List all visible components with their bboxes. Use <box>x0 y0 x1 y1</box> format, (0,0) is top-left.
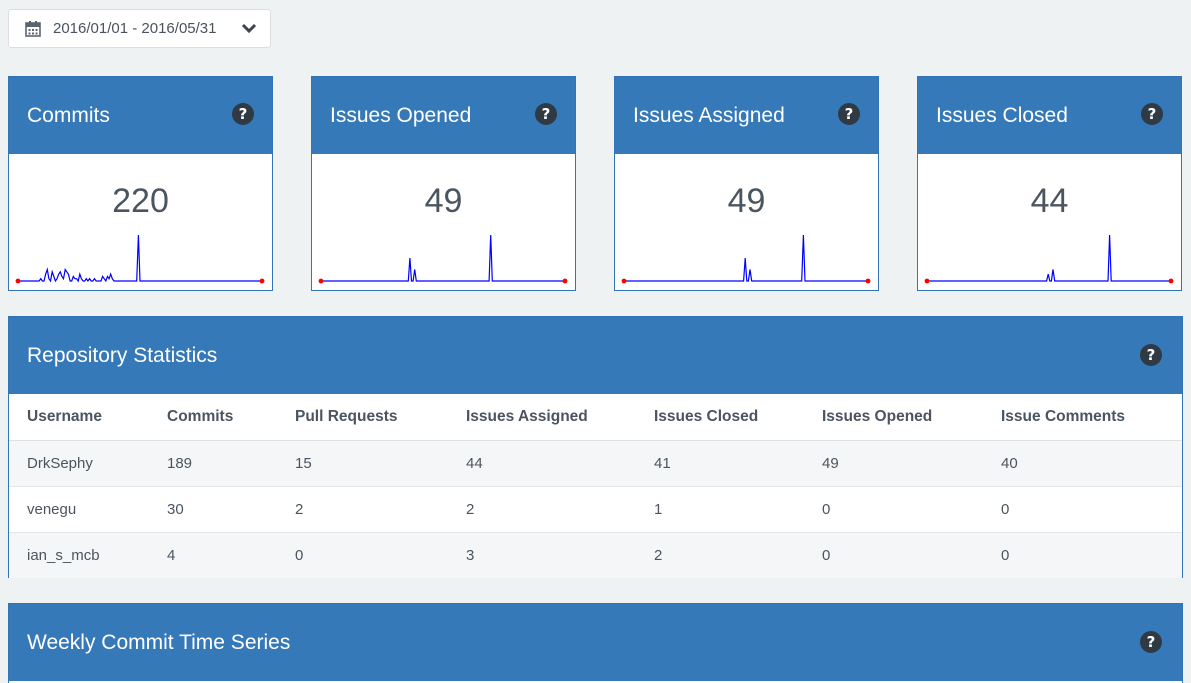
table-cell: 1 <box>636 486 804 533</box>
sparkline <box>318 234 568 284</box>
table-cell: DrkSephy <box>27 455 93 472</box>
table-row: DrkSephy 189 15 44 41 49 40 <box>9 440 1182 487</box>
panel-header: Repository Statistics ? <box>9 317 1182 394</box>
table-cell: 2 <box>636 532 804 578</box>
table-cell: 0 <box>277 532 448 578</box>
question-icon[interactable]: ? <box>232 103 254 125</box>
sparkline-end-dot <box>865 278 871 284</box>
card-header: Issues Opened ? <box>312 77 575 154</box>
column-header[interactable]: Commits <box>149 394 277 441</box>
sparkline-series <box>18 234 262 283</box>
table-cell: 0 <box>804 532 983 578</box>
table-cell: 49 <box>822 455 839 472</box>
sparkline-start-dot <box>15 278 21 284</box>
sparkline-start-dot <box>924 278 930 284</box>
panel-header: Weekly Commit Time Series ? <box>9 604 1182 681</box>
table-cell: 0 <box>804 486 983 533</box>
column-header[interactable]: Issues Assigned <box>448 394 636 441</box>
issues-closed-card: Issues Closed ? 44 <box>917 76 1182 291</box>
sparkline <box>924 234 1174 284</box>
chevron-down-icon[interactable] <box>241 21 257 38</box>
date-range-picker[interactable]: 2016/01/01 - 2016/05/31 <box>8 9 271 48</box>
table-cell: 0 <box>983 532 1182 578</box>
sparkline-series <box>927 234 1171 282</box>
sparkline-end-dot <box>259 278 265 284</box>
table-cell: 30 <box>149 486 277 533</box>
card-value: 49 <box>424 182 463 220</box>
question-icon[interactable]: ? <box>1140 631 1162 653</box>
issues-assigned-card: Issues Assigned ? 49 <box>614 76 879 291</box>
column-header[interactable]: Username <box>9 394 149 441</box>
table-cell: 40 <box>1001 455 1018 472</box>
table-cell: 44 <box>466 455 483 472</box>
card-title: Issues Assigned <box>633 104 785 127</box>
table-cell: 3 <box>448 532 636 578</box>
sparkline-start-dot <box>318 278 324 284</box>
calendar-icon <box>25 20 41 41</box>
table-row: ian_s_mcb 4 0 3 2 0 0 <box>9 532 1182 578</box>
table-cell: 0 <box>983 486 1182 533</box>
card-title: Issues Opened <box>330 104 472 127</box>
column-header[interactable]: Issues Opened <box>804 394 983 441</box>
card-header: Commits ? <box>9 77 272 154</box>
column-header[interactable]: Issues Closed <box>636 394 804 441</box>
sparkline-series <box>624 234 868 282</box>
commits-card: Commits ? 220 <box>8 76 273 291</box>
panel-title: Repository Statistics <box>27 344 218 367</box>
sparkline <box>15 234 265 284</box>
card-value: 44 <box>1030 182 1069 220</box>
table-cell: 189 <box>167 455 193 472</box>
issues-opened-card: Issues Opened ? 49 <box>311 76 576 291</box>
table-cell: 2 <box>277 486 448 533</box>
column-header[interactable]: Pull Requests <box>277 394 448 441</box>
question-icon[interactable]: ? <box>1140 344 1162 366</box>
column-header[interactable]: Issue Comments <box>983 394 1182 441</box>
card-value: 49 <box>727 182 766 220</box>
table-cell: 4 <box>149 532 277 578</box>
card-header: Issues Closed ? <box>918 77 1181 154</box>
table-cell: ian_s_mcb <box>9 532 149 578</box>
question-icon[interactable]: ? <box>1141 103 1163 125</box>
sparkline-end-dot <box>562 278 568 284</box>
table-cell: 15 <box>295 455 312 472</box>
sparkline-series <box>321 234 565 282</box>
card-header: Issues Assigned ? <box>615 77 878 154</box>
table-cell: venegu <box>9 486 149 533</box>
question-icon[interactable]: ? <box>535 103 557 125</box>
sparkline-start-dot <box>621 278 627 284</box>
stats-table: Username Commits Pull Requests Issues As… <box>9 394 1182 578</box>
table-header-row: Username Commits Pull Requests Issues As… <box>9 394 1182 441</box>
repository-statistics-panel: Repository Statistics ? Username Commits… <box>8 316 1183 578</box>
sparkline-end-dot <box>1168 278 1174 284</box>
panel-title: Weekly Commit Time Series <box>27 631 291 654</box>
sparkline <box>621 234 871 284</box>
question-icon[interactable]: ? <box>838 103 860 125</box>
table-cell: 41 <box>654 455 671 472</box>
table-row: venegu 30 2 2 1 0 0 <box>9 486 1182 533</box>
card-value: 220 <box>112 182 169 220</box>
weekly-commit-panel: Weekly Commit Time Series ? <box>8 603 1183 683</box>
date-range-label: 2016/01/01 - 2016/05/31 <box>53 20 217 37</box>
card-title: Commits <box>27 104 110 127</box>
card-title: Issues Closed <box>936 104 1068 127</box>
table-cell: 2 <box>448 486 636 533</box>
